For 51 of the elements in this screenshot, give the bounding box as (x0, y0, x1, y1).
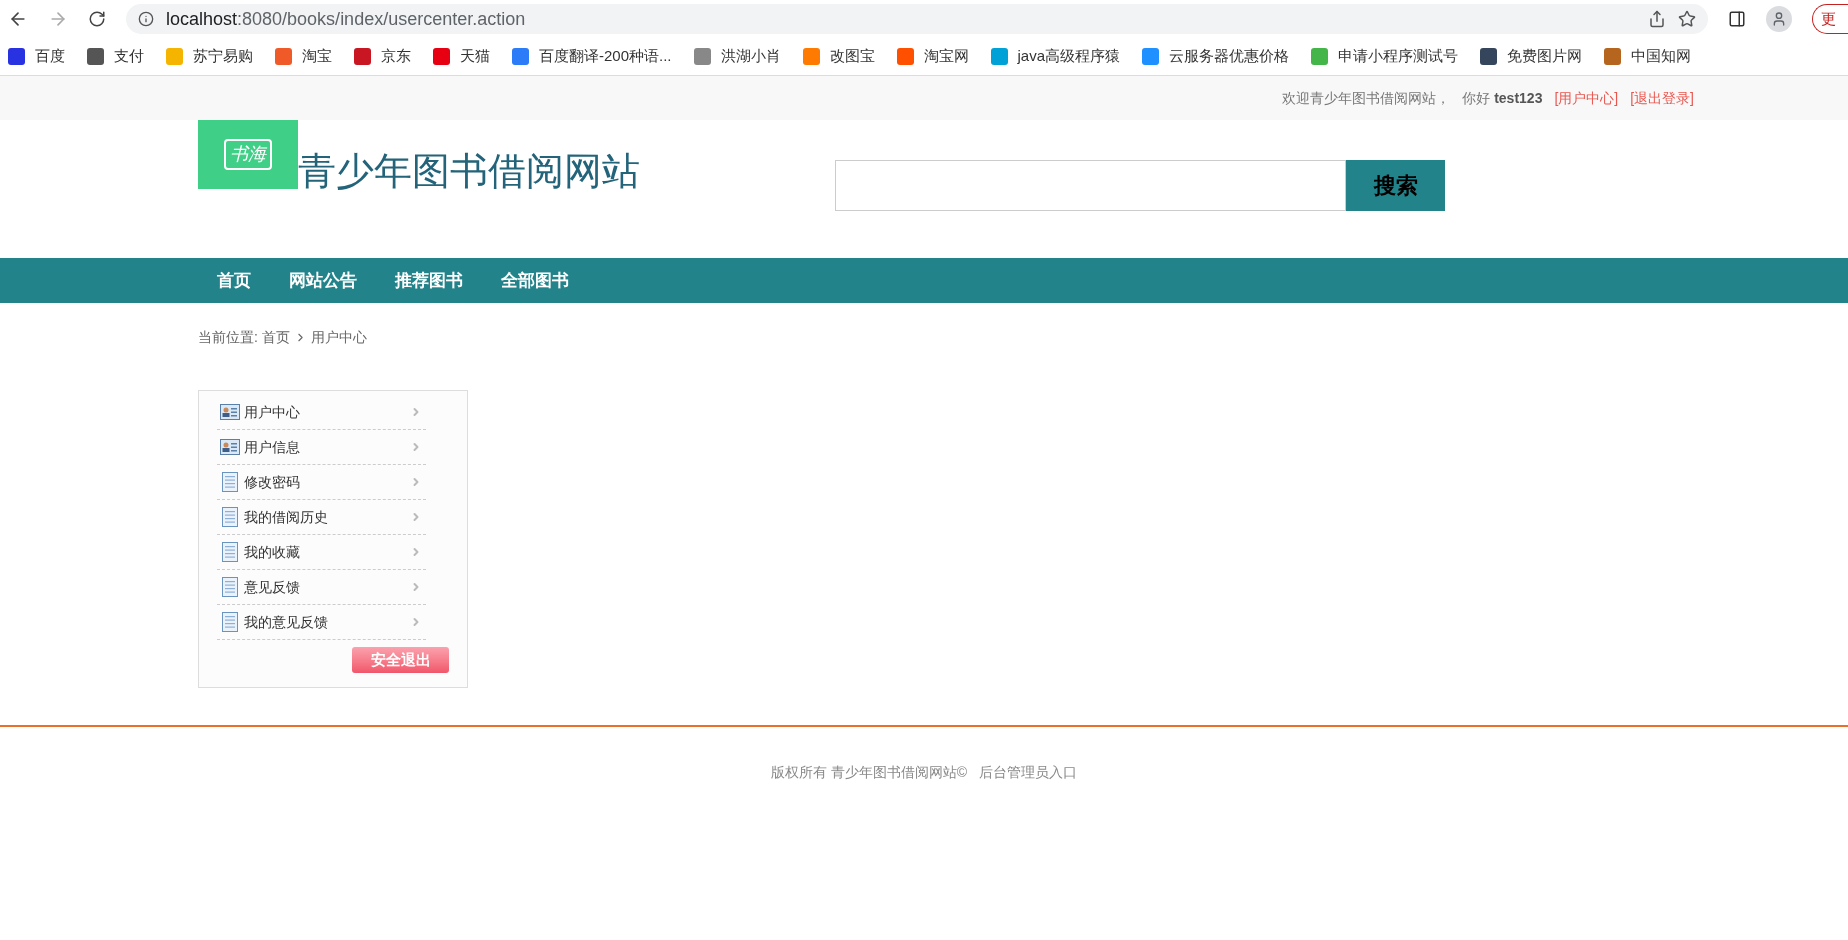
profile-avatar[interactable] (1766, 6, 1792, 32)
search-button[interactable]: 搜索 (1346, 160, 1445, 211)
sidebar-item[interactable]: 意见反馈 (217, 570, 426, 605)
side-panel-icon[interactable] (1728, 10, 1746, 28)
bookmark-link[interactable]: 百度翻译-200种语... (539, 45, 672, 68)
address-bar[interactable]: localhost:8080/books/index/usercenter.action (126, 4, 1708, 34)
share-icon[interactable] (1648, 10, 1666, 28)
sidebar-item[interactable]: 用户信息 (217, 430, 426, 465)
welcome-text: 欢迎青少年图书借阅网站， (1282, 88, 1451, 108)
sidebar-item[interactable]: 我的借阅历史 (217, 500, 426, 535)
sidebar-item[interactable]: 修改密码 (217, 465, 426, 500)
bookmark-star-icon[interactable] (1678, 10, 1696, 28)
user-card-icon (220, 404, 240, 420)
nav-link[interactable]: 全部图书 (482, 267, 588, 294)
bookmark-link[interactable]: 淘宝网 (923, 45, 969, 68)
bookmark-link[interactable]: 淘宝 (302, 45, 332, 68)
search-field[interactable] (835, 160, 1346, 211)
bookmark-link[interactable]: 支付 (114, 45, 144, 68)
nav-link[interactable]: 推荐图书 (376, 267, 482, 294)
admin-link[interactable]: 后台管理员入口 (979, 762, 1078, 783)
document-icon (222, 542, 238, 562)
greeting-text: 你好 test123 (1462, 88, 1543, 108)
nav-link[interactable]: 网站公告 (270, 267, 376, 294)
bookmark-link[interactable]: 洪湖小肖 (720, 45, 781, 68)
sidebar-item[interactable]: 用户中心 (217, 395, 426, 430)
bookmark-link[interactable]: 苏宁易购 (193, 45, 253, 68)
bookmark-link[interactable]: 中国知网 (1631, 45, 1692, 68)
document-icon (222, 612, 238, 632)
document-icon (222, 577, 238, 597)
bookmark-link[interactable]: 免费图片网 (1507, 45, 1583, 68)
bookmark-link[interactable]: 百度 (35, 45, 65, 68)
reload-icon[interactable] (88, 10, 106, 28)
sidebar-item[interactable]: 我的收藏 (217, 535, 426, 570)
document-icon (222, 507, 238, 527)
bookmark-link[interactable]: java高级程序猿 (1017, 45, 1121, 68)
nav-link[interactable]: 首页 (198, 267, 270, 294)
user-card-icon (220, 439, 240, 455)
bookmark-link[interactable]: 京东 (381, 45, 411, 68)
url-text: localhost:8080/books/index/usercenter.action (166, 7, 526, 31)
breadcrumb-link[interactable]: 首页 (261, 327, 290, 348)
site-title: 青少年图书借阅网站 (298, 152, 640, 190)
bookmark-link[interactable]: 改图宝 (829, 45, 875, 68)
copyright-text: 版权所有 青少年图书借阅网站© (770, 763, 968, 782)
bookmark-link[interactable]: 天猫 (460, 45, 490, 68)
breadcrumb-current: 用户中心 (310, 328, 367, 347)
sidebar-item[interactable]: 我的意见反馈 (217, 605, 426, 640)
bookmark-link[interactable]: 申请小程序测试号 (1338, 45, 1459, 68)
breadcrumb-label: 当前位置: (198, 328, 258, 347)
document-icon (222, 472, 238, 492)
bookmark-link[interactable]: 云服务器优惠价格 (1169, 45, 1290, 68)
info-icon (138, 11, 154, 27)
